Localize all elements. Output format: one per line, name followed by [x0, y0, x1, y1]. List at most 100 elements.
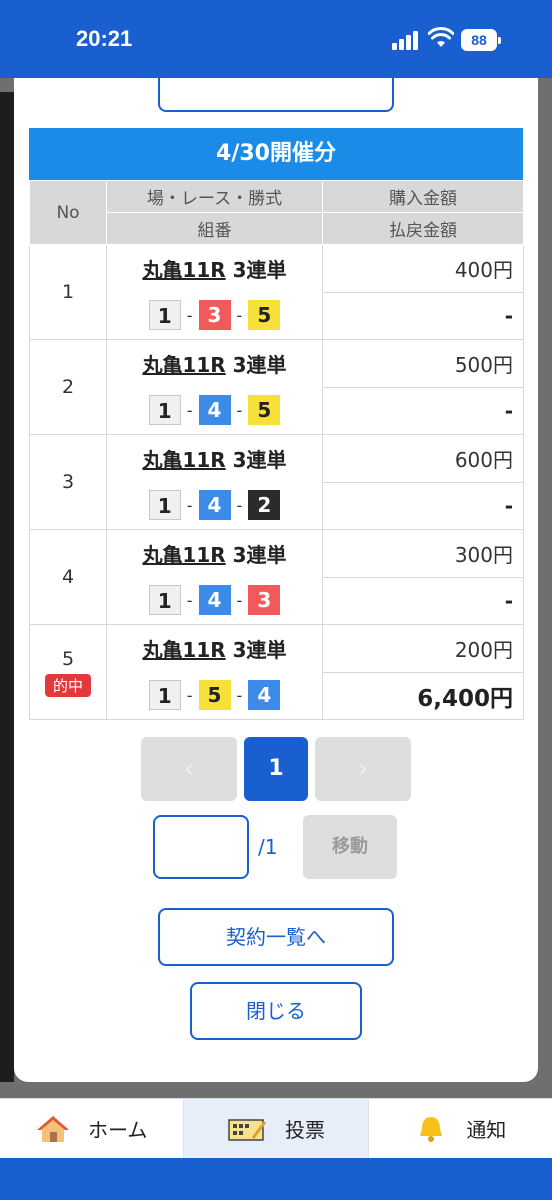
hit-badge: 的中 [44, 673, 91, 697]
backdrop-edge [0, 92, 14, 1082]
race-line: 丸亀11R 3連単 [107, 625, 322, 671]
combo-numbers: 1-4-3 [107, 576, 322, 624]
nav-notice[interactable]: 通知 [369, 1099, 552, 1158]
jump-button[interactable]: 移動 [303, 815, 397, 879]
combo-separator: - [236, 590, 243, 610]
race-line: 丸亀11R 3連単 [107, 245, 322, 291]
boat-number-box: 4 [248, 680, 281, 710]
bet-table-section: 4/30開催分 No 場・レース・勝式 購入金額 組番 払戻金額 1 丸亀11R … [29, 128, 524, 720]
payout-amount: - [322, 576, 524, 625]
race-cell: 丸亀11R 3連単 1-4-5 [106, 339, 323, 435]
bet-type: 3連単 [232, 258, 287, 282]
race-cell: 丸亀11R 3連単 1-4-2 [106, 434, 323, 530]
status-bar: 20:21 88 [0, 0, 552, 80]
payout-amount: - [322, 291, 524, 340]
boat-number-box: 5 [248, 300, 281, 330]
bottom-nav: ホーム 投票 通知 [0, 1098, 552, 1158]
bet-type: 3連単 [232, 543, 287, 567]
signal-icon [392, 30, 420, 50]
payout-amount: - [322, 386, 524, 435]
nav-vote[interactable]: 投票 [184, 1099, 369, 1158]
combo-separator: - [186, 400, 193, 420]
race-line: 丸亀11R 3連単 [107, 340, 322, 386]
bet-type: 3連単 [232, 353, 287, 377]
combo-numbers: 1-4-5 [107, 386, 322, 434]
race-cell: 丸亀11R 3連単 1-5-4 [106, 624, 323, 720]
race-link[interactable]: 丸亀11R [142, 258, 225, 282]
combo-separator: - [186, 305, 193, 325]
boat-number-box: 2 [248, 490, 281, 520]
combo-numbers: 1-5-4 [107, 671, 322, 719]
table-row: 3 丸亀11R 3連単 1-4-2 600円 [29, 434, 524, 530]
next-page-button[interactable]: › [315, 737, 411, 801]
race-link[interactable]: 丸亀11R [142, 353, 225, 377]
date-header: 4/30開催分 [29, 128, 523, 180]
purchase-amount: 600円 [322, 434, 524, 483]
combo-numbers: 1-3-5 [107, 291, 322, 339]
table-row: 4 丸亀11R 3連単 1-4-3 300円 [29, 529, 524, 625]
header-purchase: 購入金額 [322, 180, 524, 213]
row-number-cell: 1 [29, 244, 107, 340]
combo-separator: - [236, 305, 243, 325]
home-indicator-area [0, 1158, 552, 1200]
bet-detail-modal: 4/30開催分 No 場・レース・勝式 購入金額 組番 払戻金額 1 丸亀11R … [14, 78, 538, 1082]
boat-number-box: 1 [148, 680, 181, 710]
current-page-button[interactable]: 1 [244, 737, 308, 801]
table-row: 5 的中 丸亀11R 3連単 1-5-4 200円 [29, 624, 524, 720]
row-number: 5 [61, 647, 75, 670]
boat-number-box: 3 [248, 585, 281, 615]
row-number-cell: 2 [29, 339, 107, 435]
row-number: 3 [61, 471, 75, 493]
boat-number-box: 1 [148, 490, 181, 520]
race-link[interactable]: 丸亀11R [142, 638, 225, 662]
row-number: 2 [61, 376, 75, 398]
row-number: 1 [61, 281, 75, 303]
boat-number-box: 5 [248, 395, 281, 425]
header-no: No [29, 180, 107, 245]
bet-type: 3連単 [232, 638, 287, 662]
boat-number-box: 3 [198, 300, 231, 330]
prev-page-button[interactable]: ‹ [141, 737, 237, 801]
ticket-icon [228, 1118, 267, 1141]
row-number-cell: 3 [29, 434, 107, 530]
combo-separator: - [236, 400, 243, 420]
wifi-icon [428, 27, 454, 47]
race-link[interactable]: 丸亀11R [142, 448, 225, 472]
page-jump-input[interactable] [153, 815, 249, 879]
status-time: 20:21 [76, 26, 133, 51]
payout-amount: - [322, 481, 524, 530]
nav-vote-label: 投票 [284, 1118, 325, 1142]
bell-icon [420, 1116, 443, 1142]
nav-home-label: ホーム [87, 1118, 148, 1142]
boat-number-box: 4 [198, 490, 231, 520]
home-icon [36, 1115, 69, 1142]
header-payout: 払戻金額 [322, 212, 524, 245]
boat-number-box: 1 [148, 395, 181, 425]
purchase-amount: 400円 [322, 244, 524, 293]
race-cell: 丸亀11R 3連単 1-4-3 [106, 529, 323, 625]
combo-separator: - [186, 495, 193, 515]
nav-home[interactable]: ホーム [0, 1099, 185, 1158]
close-button[interactable]: 閉じる [190, 982, 362, 1040]
battery-icon: 88 [461, 29, 501, 51]
boat-number-box: 1 [148, 300, 181, 330]
race-link[interactable]: 丸亀11R [142, 543, 225, 567]
top-partial-button[interactable] [158, 78, 394, 112]
race-line: 丸亀11R 3連単 [107, 435, 322, 481]
contracts-list-button[interactable]: 契約一覧へ [158, 908, 394, 966]
header-combo: 組番 [106, 212, 323, 245]
race-line: 丸亀11R 3連単 [107, 530, 322, 576]
row-number: 4 [61, 566, 75, 588]
combo-separator: - [186, 590, 193, 610]
header-race: 場・レース・勝式 [106, 180, 323, 213]
purchase-amount: 300円 [322, 529, 524, 578]
purchase-amount: 500円 [322, 339, 524, 388]
nav-notice-label: 通知 [466, 1118, 507, 1142]
boat-number-box: 4 [198, 395, 231, 425]
table-row: 1 丸亀11R 3連単 1-3-5 400円 [29, 244, 524, 340]
row-number-cell: 4 [29, 529, 107, 625]
payout-amount: 6,400円 [322, 671, 524, 720]
page-total: /1 [258, 835, 278, 859]
combo-separator: - [186, 685, 193, 705]
race-cell: 丸亀11R 3連単 1-3-5 [106, 244, 323, 340]
